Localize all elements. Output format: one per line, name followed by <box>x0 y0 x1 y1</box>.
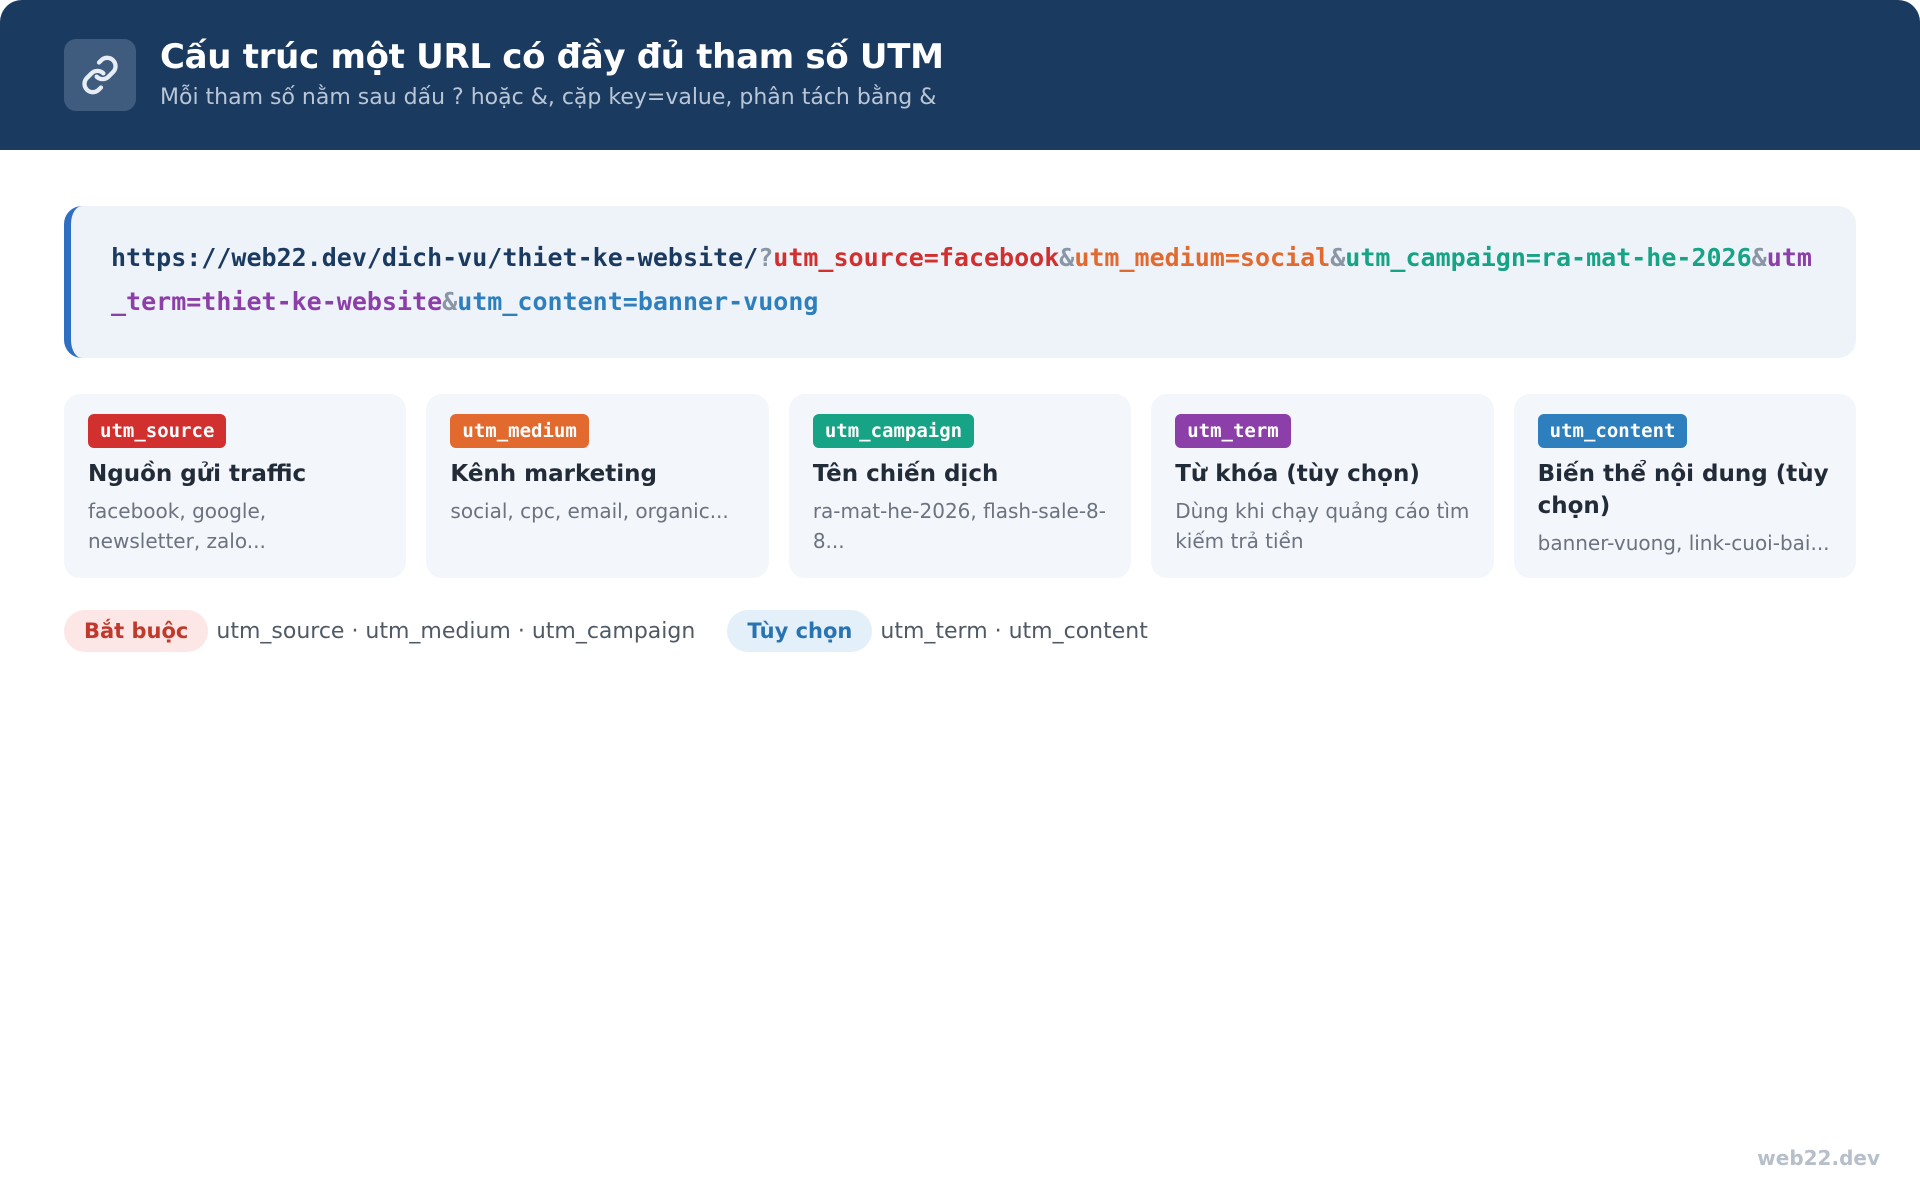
param-badge: utm_source <box>88 414 227 448</box>
link-icon <box>64 39 136 111</box>
param-card-content: utm_content Biến thể nội dung (tùy chọn)… <box>1513 394 1857 578</box>
optional-params-text: utm_term · utm_content <box>880 618 1148 644</box>
required-pill: Bắt buộc <box>64 610 209 652</box>
param-card-title: Từ khóa (tùy chọn) <box>1175 461 1420 487</box>
param-badge: utm_term <box>1175 414 1291 448</box>
url-ampersand: & <box>442 287 458 316</box>
param-card-title: Biến thể nội dung (tùy chọn) <box>1537 461 1829 519</box>
url-param-campaign: utm_campaign=ra-mat-he-2026 <box>1345 243 1752 272</box>
param-card-title: Nguồn gửi traffic <box>88 461 307 487</box>
url-ampersand: & <box>1059 243 1075 272</box>
url-ampersand: & <box>1751 243 1767 272</box>
page-title: Cấu trúc một URL có đầy đủ tham số UTM <box>160 37 944 77</box>
param-card-desc: banner-vuong, link-cuoi-bai... <box>1537 531 1830 555</box>
url-param-source: utm_source=facebook <box>773 243 1060 272</box>
param-badge: utm_content <box>1537 414 1688 448</box>
optional-pill: Tùy chọn <box>727 610 873 652</box>
param-badge: utm_medium <box>450 414 589 448</box>
param-card-desc: social, cpc, email, organic... <box>450 499 729 523</box>
header: Cấu trúc một URL có đầy đủ tham số UTM M… <box>0 0 1920 150</box>
required-params-text: utm_source · utm_medium · utm_campaign <box>216 618 696 644</box>
page-subtitle: Mỗi tham số nằm sau dấu ? hoặc &, cặp ke… <box>160 85 937 110</box>
param-card-title: Tên chiến dịch <box>812 461 999 487</box>
param-card-desc: facebook, google, newsletter, zalo... <box>88 499 267 553</box>
header-text: Cấu trúc một URL có đầy đủ tham số UTM M… <box>160 35 944 115</box>
param-cards: utm_source Nguồn gửi traffic facebook, g… <box>64 394 1857 578</box>
url-param-medium: utm_medium=social <box>1074 243 1331 272</box>
param-card-medium: utm_medium Kênh marketing social, cpc, e… <box>426 394 769 578</box>
param-card-campaign: utm_campaign Tên chiến dịch ra-mat-he-20… <box>788 394 1132 578</box>
param-card-source: utm_source Nguồn gửi traffic facebook, g… <box>64 394 407 578</box>
brand-watermark: web22.dev <box>1757 1146 1880 1170</box>
url-base: https://web22.dev/dich-vu/thiet-ke-websi… <box>111 243 759 272</box>
url-param-content: utm_content=banner-vuong <box>457 287 819 316</box>
url-question-mark: ? <box>758 243 774 272</box>
param-card-desc: Dùng khi chạy quảng cáo tìm kiếm trả tiề… <box>1175 499 1470 553</box>
param-badge: utm_campaign <box>812 414 975 448</box>
url-ampersand: & <box>1330 243 1346 272</box>
url-example: https://web22.dev/dich-vu/thiet-ke-websi… <box>64 206 1856 358</box>
param-card-desc: ra-mat-he-2026, flash-sale-8-8... <box>812 499 1106 553</box>
content: https://web22.dev/dich-vu/thiet-ke-websi… <box>0 150 1920 652</box>
param-card-title: Kênh marketing <box>450 461 658 487</box>
diagram-frame: Cấu trúc một URL có đầy đủ tham số UTM M… <box>0 0 1920 1200</box>
param-card-term: utm_term Từ khóa (tùy chọn) Dùng khi chạ… <box>1151 394 1494 578</box>
legend: Bắt buộc utm_source · utm_medium · utm_c… <box>64 610 1856 652</box>
